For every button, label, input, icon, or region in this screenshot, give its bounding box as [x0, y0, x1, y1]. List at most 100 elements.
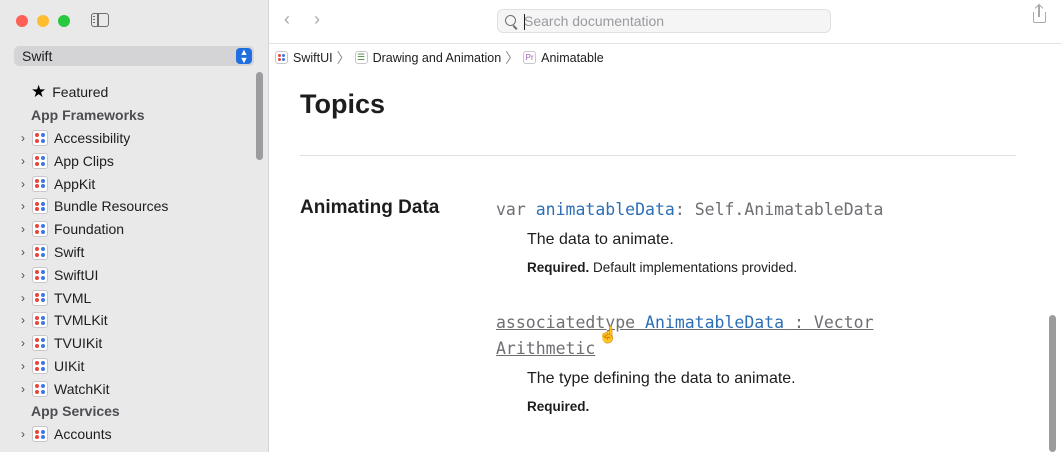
zoom-window-button[interactable] — [58, 15, 70, 27]
framework-icon — [32, 221, 48, 238]
disclosure-chevron-icon[interactable]: › — [17, 359, 29, 373]
sidebar-item-label: UIKit — [54, 357, 85, 374]
sidebar-section-app-services: App Services — [31, 403, 120, 420]
pointer-hand-icon: ☝ — [598, 327, 618, 344]
framework-icon — [32, 175, 48, 192]
sidebar-item-label: TVUIKit — [54, 335, 103, 352]
breadcrumb-chevron-icon: 〉 — [336, 49, 351, 66]
sidebar: Swift ▲ ▼ ★ Featured App Frameworks › Acce… — [0, 0, 269, 452]
framework-icon — [32, 152, 48, 169]
symbol-name: AnimatableData — [645, 313, 785, 332]
keyword: var — [496, 200, 536, 219]
topic-group-title: Animating Data — [300, 197, 440, 218]
sidebar-item-label: Bundle Resources — [54, 198, 169, 215]
type-annotation: : Self.AnimatableData — [674, 200, 884, 219]
disclosure-chevron-icon[interactable]: › — [17, 291, 29, 305]
disclosure-chevron-icon[interactable]: › — [17, 131, 29, 145]
sidebar-item-foundation[interactable]: › Foundation — [0, 218, 262, 241]
disclosure-chevron-icon[interactable]: › — [17, 427, 29, 441]
sidebar-item-label: TVML — [54, 289, 92, 306]
breadcrumb-label: SwiftUI — [293, 50, 333, 65]
required-label: Required. — [527, 399, 590, 414]
symbol-description: The type defining the data to animate. — [527, 370, 796, 387]
sidebar-item-tvuikit[interactable]: › TVUIKit — [0, 332, 262, 355]
disclosure-chevron-icon[interactable]: › — [17, 245, 29, 259]
sidebar-item-swiftui[interactable]: › SwiftUI — [0, 263, 262, 286]
divider — [300, 155, 1016, 156]
declaration-animatable-data[interactable]: var animatableData: Self.AnimatableData — [496, 197, 883, 223]
sidebar-scrollbar[interactable] — [256, 72, 263, 160]
sidebar-item-swift[interactable]: › Swift — [0, 241, 262, 264]
sidebar-item-featured[interactable]: ★ Featured — [0, 81, 262, 104]
share-icon[interactable] — [1033, 5, 1046, 23]
required-text: Default implementations provided. — [589, 260, 798, 275]
forward-arrow-icon[interactable]: › — [314, 9, 320, 30]
disclosure-chevron-icon[interactable]: › — [17, 177, 29, 191]
document-list-icon: ☰ — [354, 51, 368, 64]
sidebar-item-watchkit[interactable]: › WatchKit — [0, 377, 262, 400]
sidebar-nav: ★ Featured App Frameworks › Accessibility… — [0, 81, 262, 446]
sidebar-item-bundle-resources[interactable]: › Bundle Resources — [0, 195, 262, 218]
content-scrollbar[interactable] — [1049, 315, 1056, 452]
chevron-updown-icon: ▲ ▼ — [236, 48, 252, 65]
required-label: Required. — [527, 260, 590, 275]
requirement-note: Required. Default implementations provid… — [527, 260, 797, 275]
documentation-content: Topics Animating Data var animatableData… — [269, 71, 1062, 452]
type-annotation-continued: Arithmetic — [496, 339, 596, 358]
disclosure-chevron-icon[interactable]: › — [17, 382, 29, 396]
sidebar-item-tvml[interactable]: › TVML — [0, 286, 262, 309]
sidebar-item-app-clips[interactable]: › App Clips — [0, 149, 262, 172]
star-icon: ★ — [31, 82, 47, 102]
sidebar-item-accounts[interactable]: › Accounts — [0, 423, 262, 446]
framework-icon — [32, 289, 48, 306]
sidebar-item-accessibility[interactable]: › Accessibility — [0, 127, 262, 150]
minimize-window-button[interactable] — [37, 15, 49, 27]
disclosure-chevron-icon[interactable]: › — [17, 313, 29, 327]
breadcrumb: SwiftUI 〉 ☰ Drawing and Animation 〉 Pr A… — [269, 43, 1062, 72]
sidebar-item-label: App Clips — [54, 152, 114, 169]
sidebar-item-tvmlkit[interactable]: › TVMLKit — [0, 309, 262, 332]
breadcrumb-item-swiftui[interactable]: SwiftUI — [275, 51, 333, 65]
symbol-name: animatableData — [535, 200, 675, 219]
disclosure-chevron-icon[interactable]: › — [17, 222, 29, 236]
disclosure-chevron-icon[interactable]: › — [17, 199, 29, 213]
declaration-animatable-data-type[interactable]: associatedtype AnimatableData : Vector A… — [496, 310, 874, 362]
framework-icon — [275, 51, 288, 64]
disclosure-chevron-icon[interactable]: › — [17, 268, 29, 282]
keyword: associatedtype — [496, 313, 646, 332]
requirement-note: Required. — [527, 399, 589, 414]
sidebar-item-label: Featured — [52, 84, 109, 101]
close-window-button[interactable] — [16, 15, 28, 27]
search-input[interactable] — [524, 12, 814, 30]
framework-icon — [32, 380, 48, 397]
type-annotation: : Vector — [784, 313, 874, 332]
sidebar-item-label: WatchKit — [54, 380, 110, 397]
breadcrumb-label: Drawing and Animation — [372, 50, 502, 65]
framework-icon — [32, 266, 48, 283]
sidebar-item-uikit[interactable]: › UIKit — [0, 355, 262, 378]
sidebar-item-label: Swift — [54, 243, 85, 260]
sidebar-item-appkit[interactable]: › AppKit — [0, 172, 262, 195]
sidebar-item-label: TVMLKit — [54, 312, 108, 329]
disclosure-chevron-icon[interactable]: › — [17, 154, 29, 168]
framework-icon — [32, 312, 48, 329]
framework-icon — [32, 357, 48, 374]
page-section-title: Topics — [300, 89, 386, 119]
breadcrumb-label: Animatable — [541, 50, 604, 65]
breadcrumb-item-drawing-and-animation[interactable]: ☰ Drawing and Animation — [354, 50, 502, 65]
toolbar: ‹ › — [269, 0, 1062, 42]
breadcrumb-item-animatable[interactable]: Pr Animatable — [523, 51, 604, 65]
back-arrow-icon[interactable]: ‹ — [284, 9, 290, 30]
sidebar-toggle-icon[interactable] — [91, 13, 109, 27]
sidebar-item-label: SwiftUI — [54, 266, 99, 283]
framework-icon — [32, 129, 48, 146]
framework-icon — [32, 426, 48, 443]
sidebar-item-label: Foundation — [54, 221, 125, 238]
search-field[interactable] — [497, 9, 831, 33]
protocol-icon: Pr — [523, 51, 537, 64]
framework-icon — [32, 243, 48, 260]
framework-icon — [32, 198, 48, 215]
symbol-description: The data to animate. — [527, 231, 674, 248]
language-select[interactable]: Swift ▲ ▼ — [14, 46, 254, 66]
disclosure-chevron-icon[interactable]: › — [17, 336, 29, 350]
